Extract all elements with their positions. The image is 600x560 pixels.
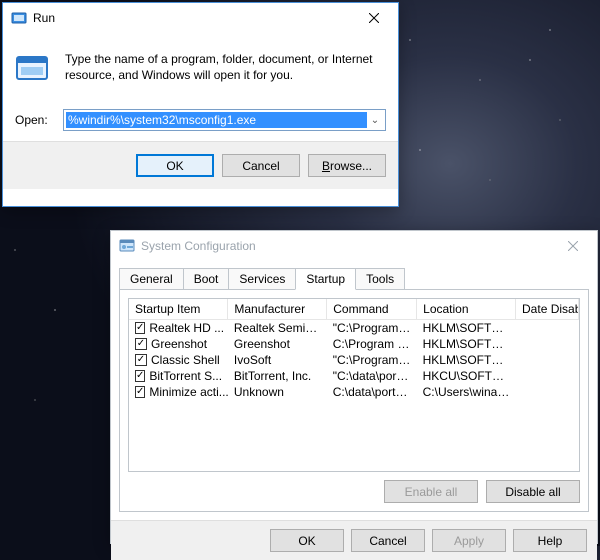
cell-command: "C:\Program Fil... <box>327 320 417 337</box>
sysconfig-titlebar-icon <box>119 238 135 254</box>
table-row[interactable]: ✓ Realtek HD ... Realtek Semico..."C:\Prog… <box>129 320 579 337</box>
cancel-button-label: Cancel <box>242 159 279 173</box>
run-title: Run <box>33 11 351 25</box>
cell-manufacturer: Unknown <box>228 384 327 400</box>
chevron-down-icon[interactable]: ⌄ <box>367 115 383 126</box>
startup-header-row: Startup Item Manufacturer Command Locati… <box>129 299 579 320</box>
cell-date-disabled <box>516 368 579 384</box>
tab-content-startup: Startup Item Manufacturer Command Locati… <box>119 289 589 512</box>
cell-date-disabled <box>516 336 579 352</box>
apply-label: Apply <box>454 534 484 548</box>
cell-location: C:\Users\winaero\A... <box>417 384 516 400</box>
ok-label: OK <box>298 534 315 548</box>
cell-date-disabled <box>516 384 579 400</box>
checkbox-icon[interactable]: ✓ <box>135 338 147 350</box>
cell-manufacturer: Greenshot <box>228 336 327 352</box>
sysconfig-titlebar[interactable]: System Configuration <box>111 231 597 261</box>
ok-button-label: OK <box>166 159 183 173</box>
browse-button[interactable]: Browse... <box>308 154 386 177</box>
checkbox-icon[interactable]: ✓ <box>135 354 147 366</box>
cell-location: HKLM\SOFTWARE\M... <box>417 352 516 368</box>
cell-manufacturer: IvoSoft <box>228 352 327 368</box>
browse-button-label: Browse... <box>322 159 372 173</box>
run-titlebar-icon <box>11 10 27 26</box>
sysconfig-title: System Configuration <box>141 239 550 253</box>
tab-strip: General Boot Services Startup Tools <box>119 268 589 290</box>
table-row[interactable]: ✓ Classic Shell IvoSoft"C:\Program Fil...H… <box>129 352 579 368</box>
cell-command: "C:\Program Fil... <box>327 352 417 368</box>
cell-date-disabled <box>516 352 579 368</box>
cell-command: C:\data\portab... <box>327 384 417 400</box>
cell-manufacturer: Realtek Semico... <box>228 320 327 337</box>
col-date-disabled[interactable]: Date Disabled <box>516 299 579 320</box>
table-row[interactable]: ✓GreenshotGreenshotC:\Program Fil...HKLM… <box>129 336 579 352</box>
enable-all-label: Enable all <box>405 485 458 499</box>
system-configuration-dialog: System Configuration General Boot Servic… <box>110 230 598 544</box>
startup-list[interactable]: Startup Item Manufacturer Command Locati… <box>128 298 580 472</box>
disable-all-label: Disable all <box>505 485 560 499</box>
checkbox-icon[interactable]: ✓ <box>135 322 145 334</box>
cell-command: "C:\data\porta... <box>327 368 417 384</box>
sysconfig-button-row: OK Cancel Apply Help <box>111 520 597 560</box>
cancel-label: Cancel <box>369 534 406 548</box>
tab-general[interactable]: General <box>119 268 184 290</box>
run-app-icon <box>15 51 51 87</box>
close-icon <box>568 241 578 251</box>
cell-location: HKCU\SOFTWARE\M... <box>417 368 516 384</box>
tab-services[interactable]: Services <box>228 268 296 290</box>
cell-startup-item: Realtek HD ... <box>149 321 224 335</box>
close-button[interactable] <box>351 4 396 32</box>
tab-startup[interactable]: Startup <box>295 268 356 290</box>
close-button[interactable] <box>550 232 595 260</box>
cancel-button[interactable]: Cancel <box>222 154 300 177</box>
checkbox-icon[interactable]: ✓ <box>135 386 145 398</box>
col-startup-item[interactable]: Startup Item <box>129 299 228 320</box>
tab-boot[interactable]: Boot <box>183 268 230 290</box>
open-input-value[interactable]: %windir%\system32\msconfig1.exe <box>66 112 367 128</box>
cell-location: HKLM\SOFTWARE\M... <box>417 336 516 352</box>
disable-all-button[interactable]: Disable all <box>486 480 580 503</box>
startup-button-row: Enable all Disable all <box>128 480 580 503</box>
open-label: Open: <box>15 113 55 127</box>
cell-manufacturer: BitTorrent, Inc. <box>228 368 327 384</box>
run-dialog: Run Type the name of a program, folder, … <box>2 2 399 207</box>
cell-startup-item: Classic Shell <box>151 353 220 367</box>
cell-location: HKLM\SOFTWARE\M... <box>417 320 516 337</box>
ok-button[interactable]: OK <box>136 154 214 177</box>
tab-tools[interactable]: Tools <box>355 268 405 290</box>
ok-button[interactable]: OK <box>270 529 344 552</box>
col-manufacturer[interactable]: Manufacturer <box>228 299 327 320</box>
cell-command: C:\Program Fil... <box>327 336 417 352</box>
enable-all-button[interactable]: Enable all <box>384 480 478 503</box>
cell-startup-item: Greenshot <box>151 337 207 351</box>
open-combobox[interactable]: %windir%\system32\msconfig1.exe ⌄ <box>63 109 386 131</box>
run-button-row: OK Cancel Browse... <box>3 141 398 189</box>
close-icon <box>369 13 379 23</box>
help-button[interactable]: Help <box>513 529 587 552</box>
cell-date-disabled <box>516 320 579 337</box>
help-label: Help <box>538 534 563 548</box>
cell-startup-item: Minimize acti... <box>149 385 227 399</box>
table-row[interactable]: ✓ Minimize acti...UnknownC:\data\portab..… <box>129 384 579 400</box>
col-location[interactable]: Location <box>417 299 516 320</box>
run-description: Type the name of a program, folder, docu… <box>65 51 386 87</box>
table-row[interactable]: ✓ BitTorrent S... BitTorrent, Inc."C:\data… <box>129 368 579 384</box>
cancel-button[interactable]: Cancel <box>351 529 425 552</box>
col-command[interactable]: Command <box>327 299 417 320</box>
apply-button[interactable]: Apply <box>432 529 506 552</box>
run-titlebar[interactable]: Run <box>3 3 398 33</box>
run-body: Type the name of a program, folder, docu… <box>3 33 398 141</box>
checkbox-icon[interactable]: ✓ <box>135 370 145 382</box>
cell-startup-item: BitTorrent S... <box>149 369 222 383</box>
